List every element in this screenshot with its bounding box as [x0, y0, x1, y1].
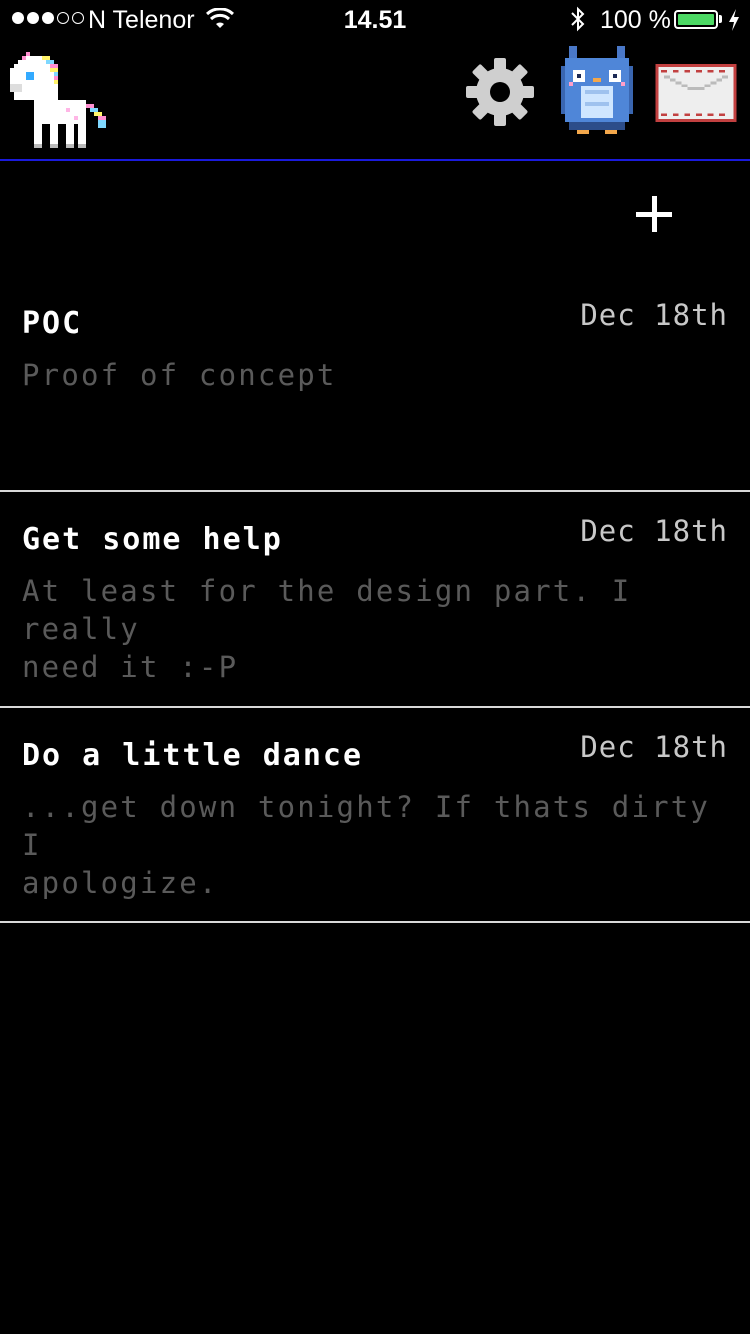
header-divider: [0, 159, 750, 161]
item-divider: [0, 706, 750, 708]
bluetooth-icon: [571, 6, 585, 32]
item-title: Get some help: [22, 522, 283, 557]
item-date: Dec 18th: [580, 730, 728, 764]
item-date: Dec 18th: [580, 298, 728, 332]
gear-icon[interactable]: [464, 56, 536, 128]
item-body: Proof of concept: [22, 358, 337, 392]
screen: N Telenor 14.51 100 % POC Dec 18th Proof…: [0, 0, 750, 1334]
item-body: ...get down tonight? If thats dirty I ap…: [22, 790, 711, 900]
status-bar: N Telenor 14.51 100 %: [0, 0, 750, 40]
item-divider: [0, 921, 750, 923]
battery-percentage: 100 %: [600, 6, 671, 34]
charging-bolt-icon: [729, 9, 739, 31]
app-header: [0, 40, 750, 160]
mail-icon[interactable]: [654, 64, 738, 122]
item-body: At least for the design part. I really n…: [22, 574, 632, 684]
item-date: Dec 18th: [580, 514, 728, 548]
owl-avatar-icon[interactable]: [560, 46, 634, 134]
add-note-button[interactable]: [630, 190, 678, 240]
battery-cap: [719, 15, 722, 23]
battery-icon: [674, 10, 718, 29]
item-title: POC: [22, 306, 83, 341]
item-divider: [0, 490, 750, 492]
item-title: Do a little dance: [22, 738, 364, 773]
unicorn-logo-icon[interactable]: [10, 52, 110, 148]
